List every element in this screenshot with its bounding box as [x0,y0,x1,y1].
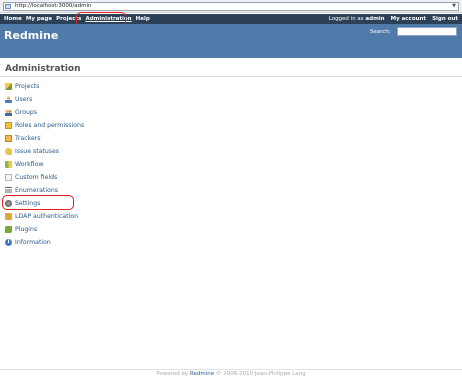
admin-menu-item-users[interactable]: Users [5,93,84,106]
page-footer: Powered by Redmine © 2006-2010 Jean-Phil… [0,369,462,379]
logged-in-status: Logged in as admin [329,16,385,22]
logged-in-prefix: Logged in as [328,16,364,22]
admin-menu-item-plugins[interactable]: Plugins [5,223,84,236]
trackers-icon [5,135,12,142]
users-icon [5,96,12,103]
admin-menu-link[interactable]: Roles and permissions [15,122,84,129]
admin-menu-link[interactable]: LDAP authentication [15,213,78,220]
admin-menu-item-workflow[interactable]: Workflow [5,158,84,171]
site-title: Redmine [4,29,59,42]
top-menu-my-page[interactable]: My page [26,16,52,22]
admin-menu-link[interactable]: Workflow [15,161,43,168]
admin-menu-link[interactable]: Projects [15,83,39,90]
groups-icon [5,109,12,116]
issue-statuses-icon [5,148,12,155]
workflow-icon [5,161,12,168]
url-text: http://localhost:3000/admin [15,3,92,9]
logged-in-username[interactable]: admin [365,16,384,22]
top-menu-help[interactable]: Help [136,16,150,22]
custom-fields-icon [5,174,12,181]
admin-menu-item-roles[interactable]: Roles and permissions [5,119,84,132]
admin-menu-link[interactable]: Information [15,239,51,246]
url-field[interactable]: http://localhost:3000/admin ▼ [3,2,459,11]
information-icon [5,238,12,246]
admin-menu-link[interactable]: Trackers [15,135,41,142]
admin-menu-link[interactable]: Issue statuses [15,148,59,155]
admin-menu-link[interactable]: Custom fields [15,174,57,181]
admin-menu-item-information[interactable]: Information [5,236,84,249]
admin-menu-item-projects[interactable]: Projects [5,80,84,93]
page-icon [5,4,11,9]
admin-menu-item-issue-statuses[interactable]: Issue statuses [5,145,84,158]
admin-menu-item-custom-fields[interactable]: Custom fields [5,171,84,184]
projects-icon [5,83,12,90]
admin-menu-link[interactable]: Enumerations [15,187,58,194]
enumerations-icon [5,187,12,194]
admin-menu-item-trackers[interactable]: Trackers [5,132,84,145]
search-input[interactable] [397,27,457,36]
admin-menu-link[interactable]: Groups [15,109,37,116]
chevron-down-icon[interactable]: ▼ [451,3,457,10]
admin-menu-link[interactable]: Plugins [15,226,37,233]
search-label: Search: [370,29,391,35]
sign-out-link[interactable]: Sign out [432,16,458,22]
ldap-icon [5,213,12,220]
admin-menu-item-ldap[interactable]: LDAP authentication [5,210,84,223]
footer-prefix: Powered by [156,371,189,377]
plugins-icon [5,226,12,233]
my-account-link[interactable]: My account [391,16,426,22]
top-menu-right: Logged in as admin My account Sign out [329,14,458,24]
settings-highlight-annotation [2,195,74,210]
top-menu-home[interactable]: Home [4,16,22,22]
admin-menu: Projects Users Groups Roles and permissi… [5,80,84,249]
admin-menu-link[interactable]: Users [15,96,32,103]
browser-address-bar: http://localhost:3000/admin ▼ [0,0,462,13]
admin-menu-item-groups[interactable]: Groups [5,106,84,119]
site-header: Redmine Search: [0,24,462,58]
top-menu: Home My page Projects Administration Hel… [0,14,462,24]
footer-copyright: © 2006-2010 Jean-Philippe Lang [215,371,306,377]
roles-icon [5,122,12,129]
footer-redmine-link[interactable]: Redmine [190,371,214,377]
page-title: Administration [0,64,460,77]
